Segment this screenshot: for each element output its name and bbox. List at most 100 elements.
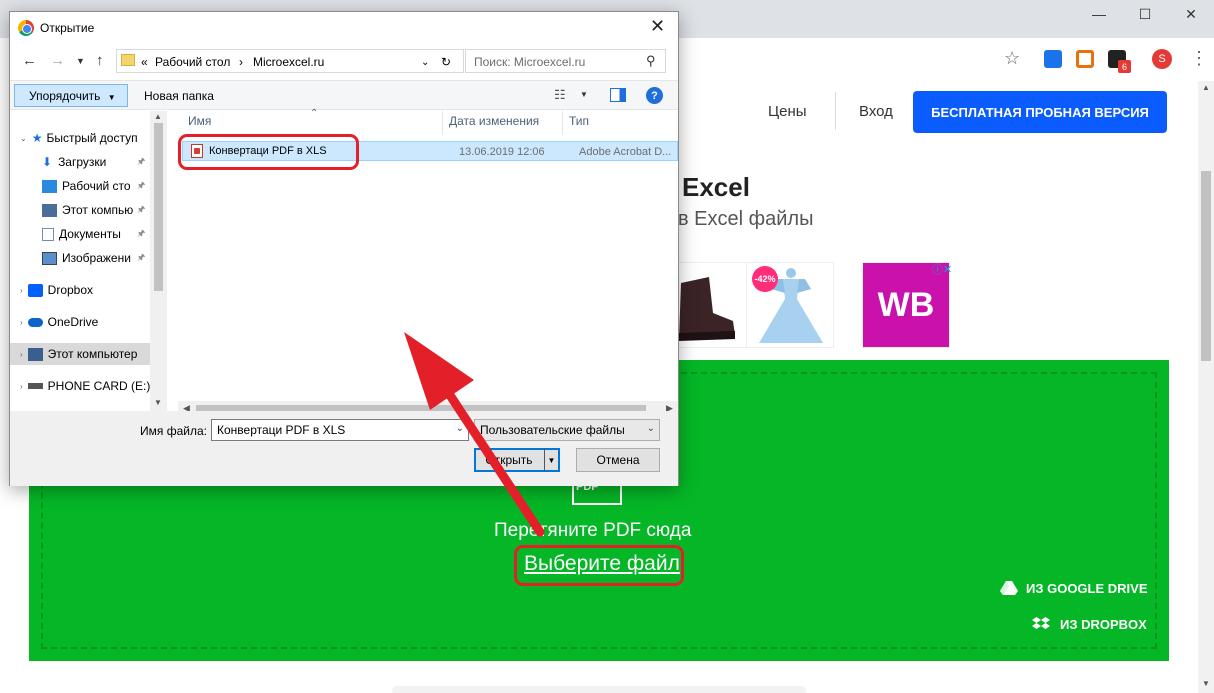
breadcrumb[interactable]: « Рабочий стол › Microexcel.ru ⌄ ↻ [116, 49, 464, 73]
extension-color-icon[interactable] [1076, 50, 1094, 68]
nav-label: Документы [59, 227, 121, 241]
folder-icon [121, 54, 135, 66]
expand-chevron-icon: ⌄ [20, 133, 27, 143]
close-window-icon[interactable]: ✕ [1168, 0, 1214, 28]
free-trial-button[interactable]: БЕСПЛАТНАЯ ПРОБНАЯ ВЕРСИЯ [913, 91, 1167, 133]
open-file-dialog: Открытие ✕ ← → ▼ ↑ « Рабочий стол › Micr… [9, 11, 679, 486]
preview-pane-icon[interactable] [610, 88, 626, 102]
breadcrumb-microexcel[interactable]: Microexcel.ru [253, 55, 324, 69]
nav-pictures[interactable]: Изображени 🖈 [10, 247, 150, 269]
nav-login-link[interactable]: Вход [859, 103, 893, 120]
col-header-date[interactable]: Дата изменения [449, 114, 539, 128]
search-field[interactable]: Поиск: Microexcel.ru ⚲ [465, 49, 666, 73]
refresh-icon[interactable]: ↻ [441, 55, 451, 69]
dialog-toolbar: Упорядочить ▼ Новая папка ☷ ▼ ? [10, 80, 678, 110]
highlight-ring-choose-file [514, 545, 684, 586]
nav-label: Загрузки [58, 155, 107, 169]
address-row: ← → ▼ ↑ « Рабочий стол › Microexcel.ru ⌄… [10, 46, 678, 76]
nav-label: Быстрый доступ [46, 131, 138, 145]
nav-label: Рабочий сто [62, 179, 131, 193]
organize-label: Упорядочить [29, 89, 101, 103]
filename-dropdown-icon[interactable]: ⌄ [456, 423, 464, 434]
pin-icon: 🖈 [137, 204, 146, 214]
computer-icon [27, 347, 43, 361]
ad-info-close-icon[interactable]: ⓘ✕ [932, 261, 952, 277]
pin-icon: 🖈 [137, 156, 146, 166]
search-icon: ⚲ [646, 53, 656, 68]
pin-icon: 🖈 [137, 228, 146, 238]
nav-label: Этот компью [62, 203, 134, 217]
bottom-panel [392, 686, 806, 693]
nav-phone-card[interactable]: › PHONE CARD (E:) [10, 375, 150, 397]
file-type: Adobe Acrobat D... [579, 146, 672, 158]
computer-icon [42, 203, 57, 217]
extension-badge: 6 [1118, 60, 1131, 73]
filename-label: Имя файла: [140, 424, 207, 438]
view-options-icon[interactable]: ☷ [554, 87, 566, 103]
filename-value: Конвертаци PDF в XLS [217, 423, 346, 437]
document-icon [42, 227, 54, 241]
nav-this-pc-short[interactable]: Этот компью 🖈 [10, 199, 150, 221]
nav-pane-scrollbar[interactable]: ▲ ▼ [150, 111, 167, 411]
nav-this-pc[interactable]: › Этот компьютер [10, 343, 150, 365]
back-arrow-icon[interactable]: ← [22, 52, 37, 69]
up-arrow-icon[interactable]: ↑ [96, 52, 104, 69]
recent-chevron-icon[interactable]: ▼ [76, 56, 85, 66]
cancel-button[interactable]: Отмена [576, 448, 660, 472]
nav-label: PHONE CARD (E:) [47, 379, 150, 393]
page-scrollbar[interactable]: ▲ ▼ [1198, 81, 1214, 693]
download-icon: ⬇ [42, 155, 53, 169]
filetype-select[interactable]: Пользовательские файлы ⌄ [474, 419, 660, 441]
bookmark-star-icon[interactable]: ☆ [1004, 48, 1020, 69]
nav-downloads[interactable]: ⬇ Загрузки 🖈 [10, 151, 150, 173]
expand-chevron-icon: › [20, 317, 23, 327]
forward-arrow-icon[interactable]: → [50, 52, 65, 69]
dropbox-icon [27, 283, 43, 297]
help-icon[interactable]: ? [646, 87, 663, 104]
open-button[interactable]: Открыть ▼ [474, 448, 560, 472]
nav-onedrive[interactable]: › OneDrive [10, 311, 150, 333]
col-header-type[interactable]: Тип [569, 114, 589, 128]
onedrive-icon [27, 317, 43, 327]
drive-icon [27, 383, 43, 389]
dropbox-link[interactable]: ИЗ DROPBOX [1032, 616, 1147, 632]
google-drive-link[interactable]: ИЗ GOOGLE DRIVE [1000, 580, 1148, 596]
breadcrumb-desktop[interactable]: Рабочий стол [155, 55, 230, 69]
menu-kebab-icon[interactable]: ⋮ [1190, 48, 1208, 69]
nav-divider [835, 92, 836, 130]
nav-quick-access[interactable]: ⌄ ★ Быстрый доступ [10, 127, 150, 149]
open-split-arrow-icon[interactable]: ▼ [544, 450, 558, 470]
breadcrumb-prefix: « [141, 55, 148, 69]
search-placeholder: Поиск: Microexcel.ru [474, 55, 586, 69]
dropbox-icon [1032, 617, 1050, 629]
nav-prices-link[interactable]: Цены [768, 103, 807, 120]
expand-chevron-icon: › [20, 285, 23, 295]
pin-icon: 🖈 [137, 180, 146, 190]
pictures-icon [42, 251, 57, 265]
nav-dropbox[interactable]: › Dropbox [10, 279, 150, 301]
hero-title: Excel [682, 172, 750, 202]
nav-documents[interactable]: Документы 🖈 [10, 223, 150, 245]
maximize-icon[interactable]: ☐ [1122, 0, 1168, 28]
col-header-name[interactable]: Имя [188, 114, 211, 128]
expand-chevron-icon: › [20, 349, 23, 359]
extension-check-icon[interactable] [1044, 50, 1062, 68]
minimize-icon[interactable]: — [1076, 0, 1122, 28]
new-folder-button[interactable]: Новая папка [144, 89, 214, 103]
organize-button[interactable]: Упорядочить ▼ [14, 84, 128, 107]
navigation-pane: ⌄ ★ Быстрый доступ ⬇ Загрузки 🖈 Рабочий … [10, 111, 166, 411]
star-icon: ★ [31, 131, 43, 145]
dialog-close-icon[interactable]: ✕ [650, 16, 665, 37]
google-drive-icon [1000, 581, 1018, 595]
dropbox-label: ИЗ DROPBOX [1060, 616, 1147, 632]
filename-input[interactable]: Конвертаци PDF в XLS ⌄ [211, 419, 469, 441]
profile-avatar[interactable]: S [1152, 49, 1172, 69]
expand-chevron-icon: › [20, 381, 23, 391]
hero-subtitle: в Excel файлы [678, 208, 814, 230]
dialog-titlebar[interactable]: Открытие ✕ [10, 12, 678, 42]
filetype-dropdown-icon: ⌄ [646, 423, 655, 434]
breadcrumb-dropdown-icon[interactable]: ⌄ [421, 57, 429, 68]
view-dropdown-icon[interactable]: ▼ [580, 90, 588, 99]
nav-label: Изображени [62, 251, 131, 265]
nav-desktop[interactable]: Рабочий сто 🖈 [10, 175, 150, 197]
